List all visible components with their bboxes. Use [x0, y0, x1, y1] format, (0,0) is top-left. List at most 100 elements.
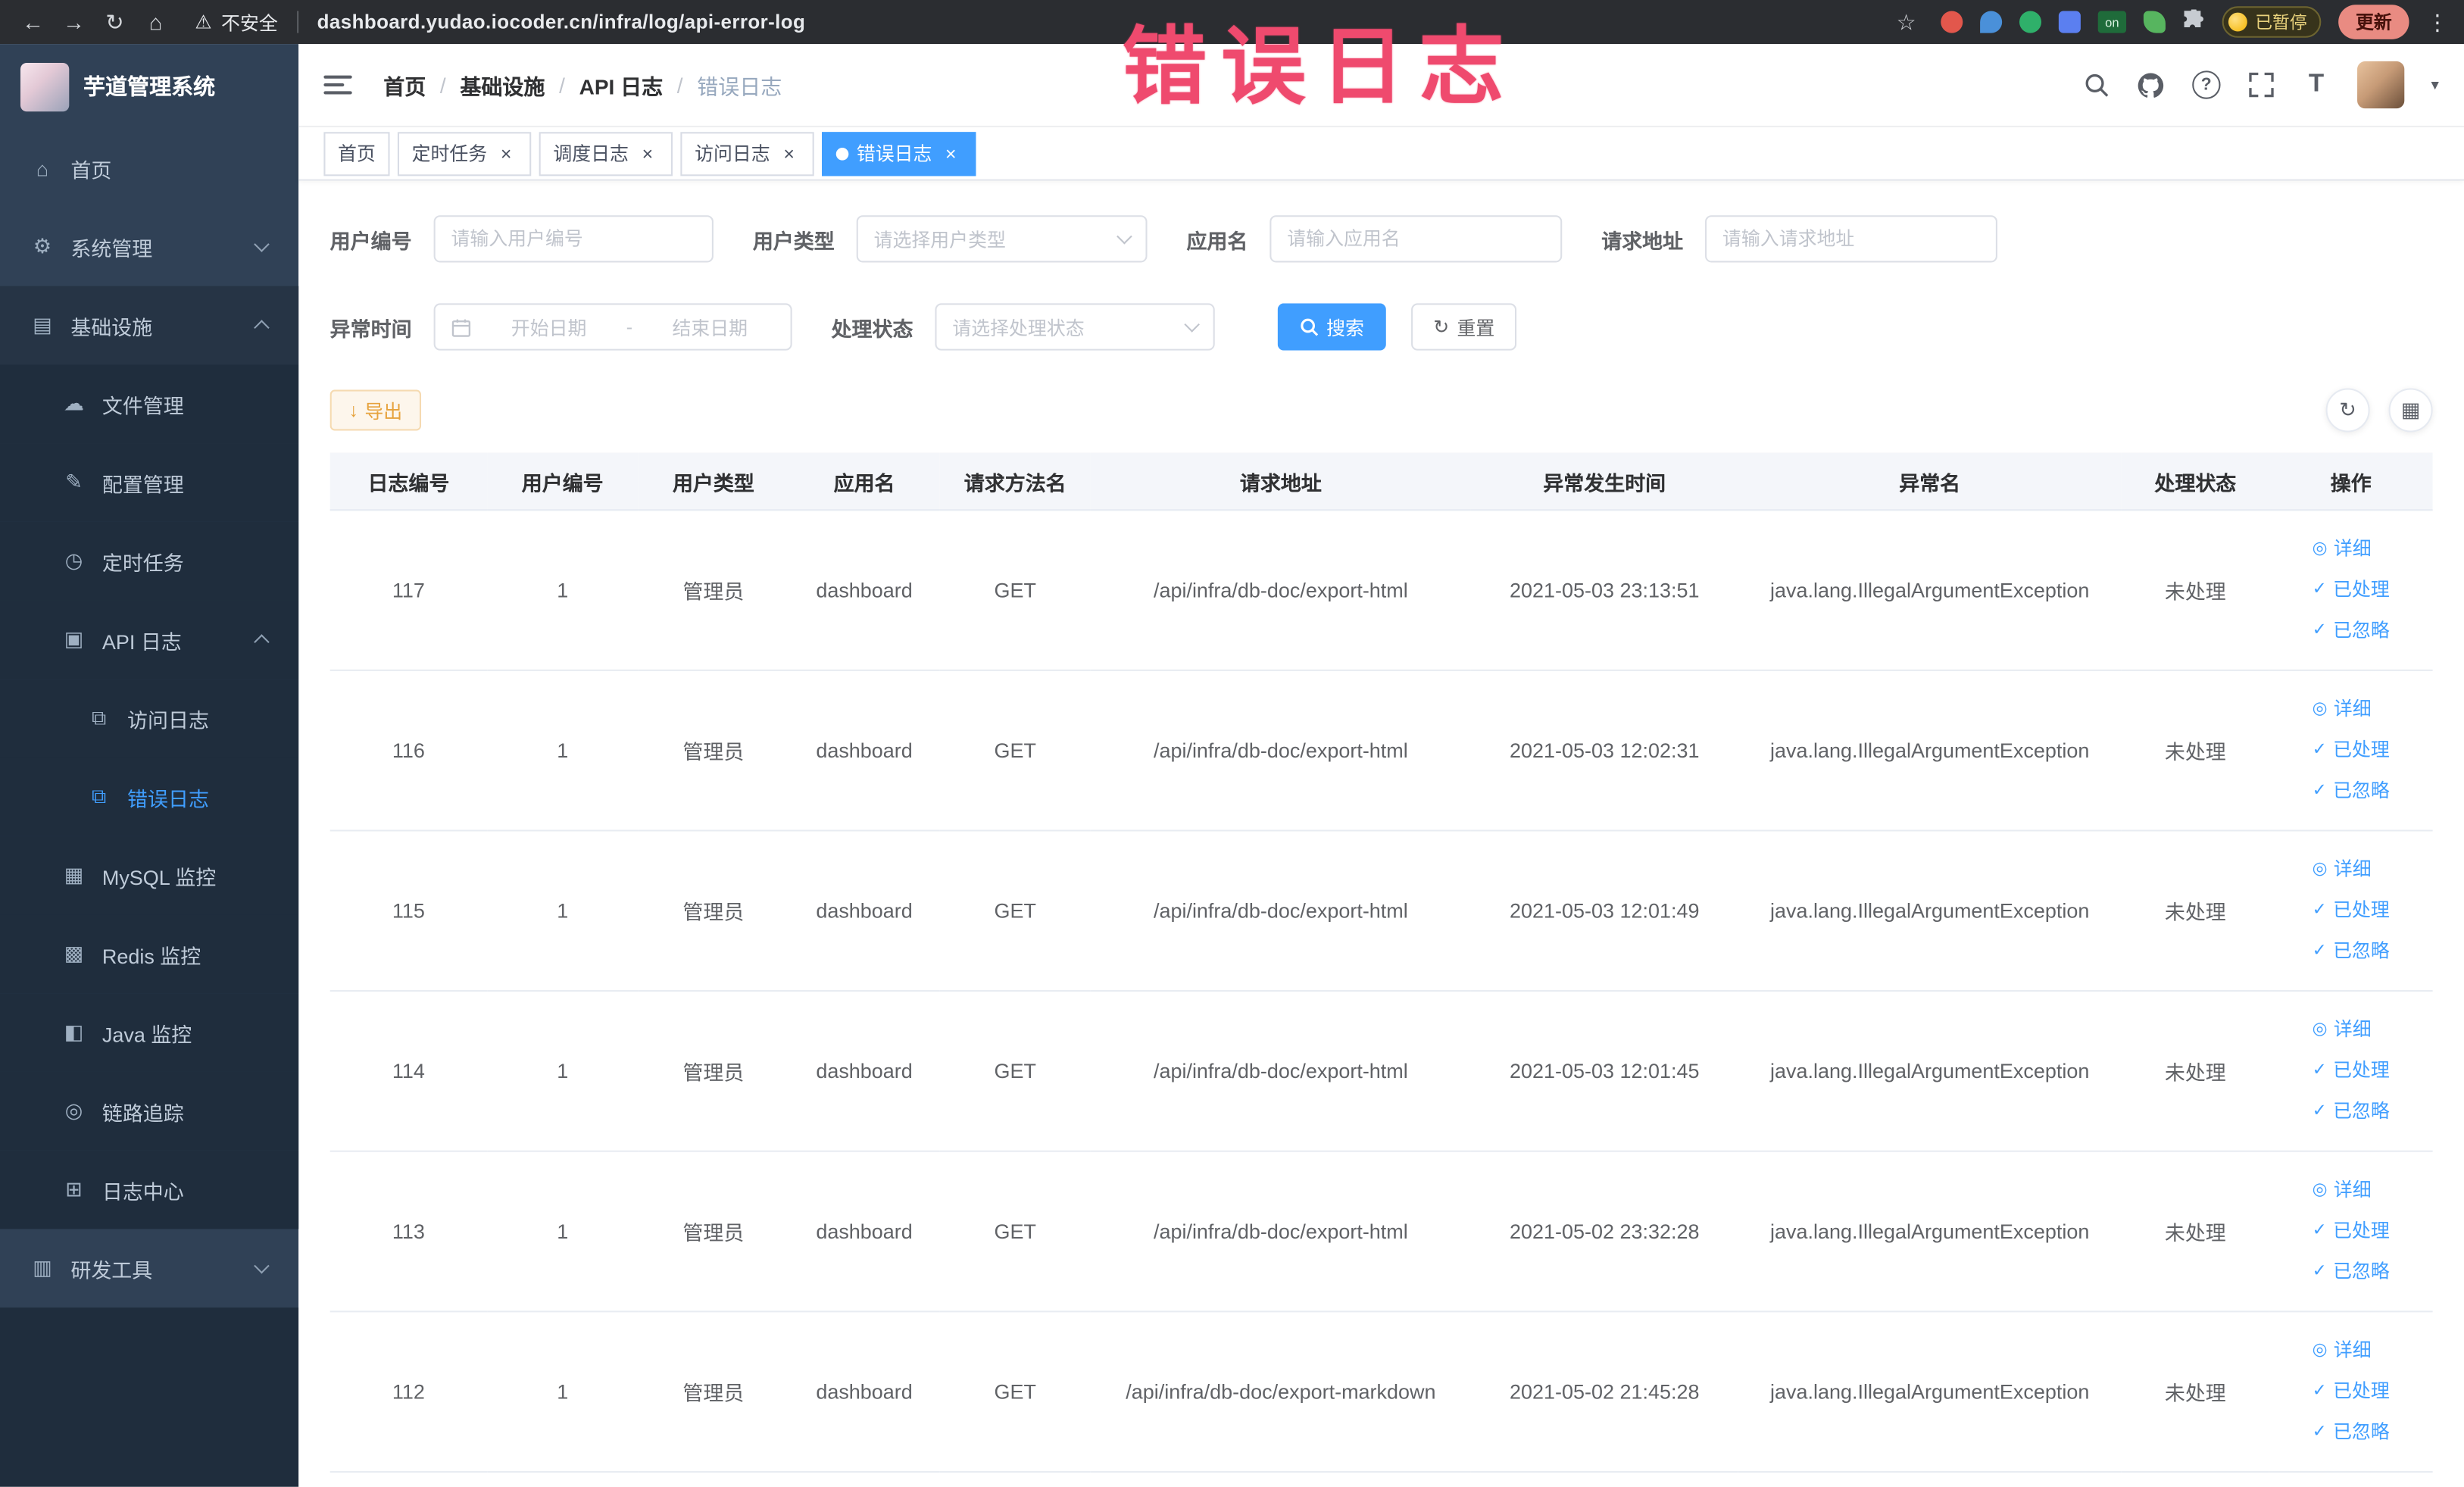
detail-link[interactable]: ◎ 详细: [2313, 530, 2372, 569]
detail-link[interactable]: ◎ 详细: [2313, 690, 2372, 729]
breadcrumb-item[interactable]: 首页: [383, 69, 426, 100]
tab-home[interactable]: 首页: [323, 131, 390, 176]
search-button[interactable]: 搜索: [1277, 303, 1386, 351]
user-avatar[interactable]: [2356, 61, 2405, 109]
close-icon[interactable]: ×: [778, 142, 800, 164]
sidebar-item-error-log[interactable]: ⧉ 错误日志: [0, 758, 299, 836]
app-cell: dashboard: [789, 1151, 940, 1313]
extension-icon-5[interactable]: [2143, 11, 2166, 33]
status-cell: 未处理: [2121, 510, 2269, 671]
browser-home-button[interactable]: ⌂: [139, 9, 173, 34]
bookmark-star-icon[interactable]: ☆: [1889, 8, 1924, 35]
sidebar-item-scheduled-tasks[interactable]: ◷ 定时任务: [0, 521, 299, 601]
column-header: 用户编号: [487, 452, 639, 511]
help-icon[interactable]: ?: [2192, 70, 2221, 99]
log-id-cell: 117: [329, 510, 488, 671]
tab-scheduled-tasks[interactable]: 定时任务 ×: [397, 131, 532, 176]
actions-cell: ◎ 详细 ✓ 已处理 ✓ 已忽略: [2269, 830, 2433, 992]
mark-processed-link[interactable]: ✓ 已处理: [2313, 570, 2390, 610]
tab-error-log[interactable]: 错误日志 ×: [822, 131, 976, 176]
detail-link[interactable]: ◎ 详细: [2313, 850, 2372, 889]
user-type-cell: 管理员: [638, 1311, 789, 1473]
extension-icon-2[interactable]: [1980, 11, 2003, 33]
close-icon[interactable]: ×: [636, 142, 658, 164]
app: 芋道管理系统 ⌂ 首页 ⚙ 系统管理 ▤ 基础设施 ☁ 文件管理 ✎ 配置管理 …: [0, 44, 2464, 1487]
detail-link[interactable]: ◎ 详细: [2313, 1011, 2372, 1050]
extension-on-badge[interactable]: on: [2097, 11, 2127, 33]
security-chip[interactable]: ⚠ 不安全: [195, 8, 278, 35]
user-type-select[interactable]: 请选择用户类型: [856, 215, 1148, 263]
sidebar-item-api-log[interactable]: ▣ API 日志: [0, 600, 299, 679]
viewport: ← → ↻ ⌂ ⚠ 不安全 dashboard.yudao.iocoder.cn…: [0, 0, 2464, 1487]
detail-link[interactable]: ◎ 详细: [2313, 1171, 2372, 1211]
extension-icon-1[interactable]: [1941, 11, 1963, 33]
sidebar-item-log-center[interactable]: ⊞ 日志中心: [0, 1150, 299, 1229]
search-icon[interactable]: [2082, 70, 2110, 98]
mark-ignored-link[interactable]: ✓ 已忽略: [2313, 1253, 2390, 1292]
reset-button[interactable]: ↻ 重置: [1411, 303, 1517, 351]
request-url-input[interactable]: [1705, 215, 1998, 263]
column-header: 异常发生时间: [1470, 452, 1738, 511]
back-button[interactable]: ←: [16, 9, 51, 34]
font-size-icon[interactable]: T: [2302, 70, 2330, 98]
sidebar-item-java-monitor[interactable]: ◧ Java 监控: [0, 993, 299, 1072]
github-icon[interactable]: [2138, 70, 2166, 98]
fullscreen-icon[interactable]: [2247, 70, 2275, 98]
sidebar-item-redis-monitor[interactable]: ▩ Redis 监控: [0, 914, 299, 994]
process-status-select[interactable]: 请选择处理状态: [935, 303, 1215, 351]
sidebar-item-config-management[interactable]: ✎ 配置管理: [0, 443, 299, 522]
sidebar-item-mysql-monitor[interactable]: ▦ MySQL 监控: [0, 836, 299, 915]
mark-ignored-link[interactable]: ✓ 已忽略: [2313, 1413, 2390, 1452]
app-name-input[interactable]: [1269, 215, 1563, 263]
mark-processed-link[interactable]: ✓ 已处理: [2313, 891, 2390, 930]
update-button[interactable]: 更新: [2338, 5, 2409, 39]
detail-link[interactable]: ◎ 详细: [2313, 1331, 2372, 1370]
export-button[interactable]: ↓ 导出: [329, 389, 422, 431]
mark-processed-link[interactable]: ✓ 已处理: [2313, 1212, 2390, 1251]
browser-menu-dots-icon[interactable]: ⋮: [2426, 8, 2448, 35]
mark-processed-link[interactable]: ✓ 已处理: [2313, 731, 2390, 770]
mark-ignored-link[interactable]: ✓ 已忽略: [2313, 611, 2390, 651]
reload-button[interactable]: ↻: [98, 8, 133, 35]
sidebar-item-link-tracing[interactable]: ◎ 链路追踪: [0, 1071, 299, 1151]
method-cell: GET: [939, 510, 1091, 671]
mark-processed-link[interactable]: ✓ 已处理: [2313, 1372, 2390, 1411]
sidebar-logo[interactable]: 芋道管理系统: [0, 44, 298, 129]
mark-ignored-link[interactable]: ✓ 已忽略: [2313, 932, 2390, 971]
close-icon[interactable]: ×: [495, 142, 517, 164]
tab-access-log[interactable]: 访问日志 ×: [680, 131, 814, 176]
url-text[interactable]: dashboard.yudao.iocoder.cn/infra/log/api…: [317, 11, 806, 33]
mark-ignored-link[interactable]: ✓ 已忽略: [2313, 772, 2390, 811]
breadcrumb-item[interactable]: 基础设施: [460, 69, 545, 100]
mark-ignored-link[interactable]: ✓ 已忽略: [2313, 1092, 2390, 1132]
paused-badge-label: 已暂停: [2255, 14, 2307, 33]
extension-icon-4[interactable]: [2058, 11, 2081, 33]
paused-badge[interactable]: 已暂停: [2222, 6, 2322, 38]
tab-schedule-log[interactable]: 调度日志 ×: [539, 131, 673, 176]
avatar-caret-icon[interactable]: ▾: [2431, 77, 2438, 94]
config-icon: ✎: [65, 470, 83, 494]
sidebar-item-infrastructure[interactable]: ▤ 基础设施: [0, 286, 299, 365]
breadcrumb-item[interactable]: API 日志: [579, 69, 664, 100]
close-icon[interactable]: ×: [940, 142, 962, 164]
column-settings-button[interactable]: ▦: [2388, 388, 2433, 433]
actions-cell: ◎ 详细 ✓ 已处理 ✓ 已忽略: [2269, 1311, 2433, 1473]
check-icon: ✓: [2312, 781, 2327, 801]
sidebar-item-dev-tools[interactable]: ▥ 研发工具: [0, 1229, 298, 1307]
refresh-table-button[interactable]: ↻: [2325, 388, 2370, 433]
forward-button[interactable]: →: [57, 9, 92, 34]
app-cell: dashboard: [789, 991, 940, 1152]
extension-icon-3[interactable]: [2019, 11, 2042, 33]
time-cell: 2021-05-03 12:01:45: [1470, 991, 1738, 1152]
header-actions: ? T ▾: [2082, 61, 2439, 109]
sidebar-item-access-log[interactable]: ⧉ 访问日志: [0, 679, 299, 758]
date-range-picker[interactable]: 开始日期 - 结束日期: [433, 303, 792, 351]
mark-processed-link[interactable]: ✓ 已处理: [2313, 1051, 2390, 1091]
sidebar-item-file-management[interactable]: ☁ 文件管理: [0, 364, 299, 444]
sidebar-item-home[interactable]: ⌂ 首页: [0, 129, 298, 208]
time-cell: 2021-05-02 21:45:28: [1470, 1311, 1738, 1473]
extensions-puzzle-icon[interactable]: [2183, 7, 2205, 35]
collapse-sidebar-button[interactable]: [323, 69, 354, 100]
user-id-input[interactable]: [433, 215, 714, 263]
sidebar-item-system-management[interactable]: ⚙ 系统管理: [0, 208, 298, 286]
